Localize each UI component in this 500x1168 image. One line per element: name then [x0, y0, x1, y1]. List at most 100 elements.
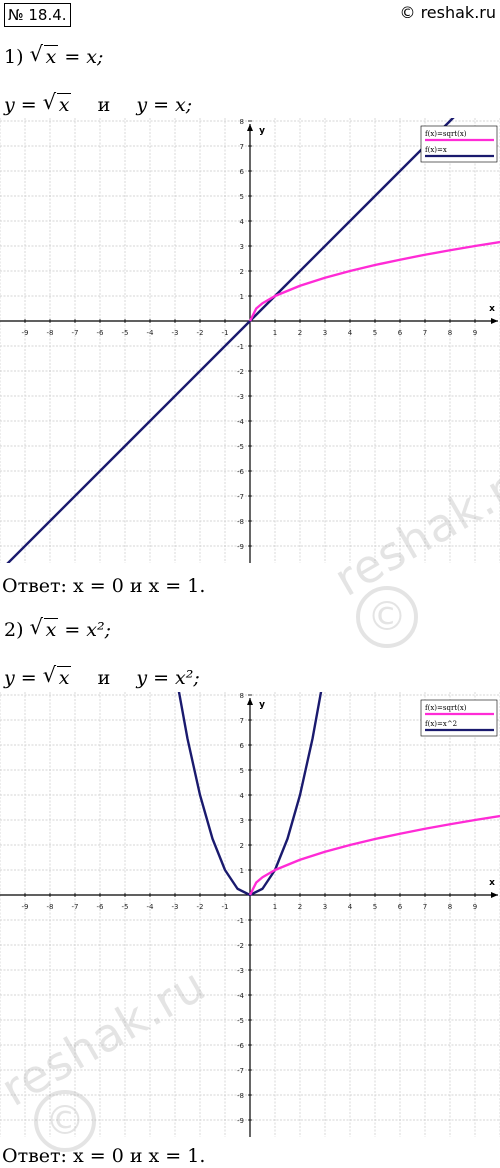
- part2-eq-right: = x²;: [64, 619, 112, 641]
- y-axis-arrow: [247, 698, 253, 705]
- x-tick-label: -2: [197, 329, 204, 337]
- problem-number: № 18.4.: [4, 3, 71, 27]
- part1-functions: y = x и y = x;: [4, 89, 193, 118]
- part2-sqrt: x: [30, 614, 59, 643]
- y-tick-label: 1: [240, 293, 244, 301]
- part1-conj: и: [97, 94, 111, 116]
- part2-func1: x: [43, 662, 72, 691]
- y-tick-label: -1: [237, 343, 244, 351]
- y-tick-label: 2: [240, 268, 244, 276]
- y-tick-label: -2: [237, 942, 244, 950]
- part1-answer: Ответ: x = 0 и x = 1.: [2, 575, 206, 597]
- chart-1: x y -9 -8 -7 -6 -5 -4 -3 -2 -1 1 2 3 4 5 6 7 8 9 -9 -8 -7 -6 -5 -…: [0, 118, 500, 563]
- y-tick-label: -8: [237, 1092, 244, 1100]
- legend-label-2: f(x)=x^2: [425, 720, 457, 728]
- x-tick-label: -5: [122, 903, 129, 911]
- y-tick-label: 7: [240, 143, 244, 151]
- legend-label-1: f(x)=sqrt(x): [425, 130, 467, 138]
- part1-sqrt: x: [30, 41, 59, 70]
- y-tick-label: -7: [237, 1067, 244, 1075]
- y-tick-label: -2: [237, 368, 244, 376]
- y-tick-label: 8: [240, 692, 244, 700]
- x-tick-label: 2: [298, 329, 302, 337]
- part1-func2: y = x;: [136, 94, 193, 116]
- y-tick-label: -8: [237, 518, 244, 526]
- y-tick-label: 5: [240, 193, 244, 201]
- legend-label-1: f(x)=sqrt(x): [425, 704, 467, 712]
- x-tick-label: -7: [72, 329, 79, 337]
- series-line-1: [248, 240, 500, 322]
- x-tick-label: -9: [22, 329, 29, 337]
- x-tick-label: -4: [147, 329, 155, 337]
- x-tick-label: 3: [323, 329, 327, 337]
- x-tick-label: -7: [72, 903, 79, 911]
- y-tick-label: 3: [240, 243, 244, 251]
- y-tick-label: 4: [240, 792, 245, 800]
- x-tick-label: -2: [197, 903, 204, 911]
- y-tick-label: 2: [240, 842, 244, 850]
- x-tick-label: 6: [398, 903, 403, 911]
- y-axis-label: y: [259, 700, 265, 710]
- x-tick-label: -8: [47, 903, 54, 911]
- x-tick-label: -1: [222, 329, 229, 337]
- y-tick-label: 8: [240, 118, 244, 126]
- y-tick-label: -9: [237, 543, 244, 551]
- x-tick-label: 7: [423, 329, 427, 337]
- watermark-copyright-icon-2: ©: [34, 1090, 96, 1152]
- y-tick-label: 6: [240, 742, 245, 750]
- part1-func1: x: [43, 89, 72, 118]
- y-tick-label: -9: [237, 1117, 244, 1125]
- x-tick-label: -8: [47, 329, 54, 337]
- x-tick-label: 4: [348, 329, 353, 337]
- x-tick-label: 6: [398, 329, 403, 337]
- part2-label: 2): [4, 619, 24, 641]
- part2-functions: y = x и y = x²;: [4, 662, 200, 691]
- part2-equation: 2) x = x²;: [4, 614, 112, 643]
- y-tick-label: -4: [237, 418, 245, 426]
- y-tick-label: -1: [237, 917, 244, 925]
- part2-conj: и: [97, 667, 111, 689]
- y-tick-label: -6: [237, 1042, 245, 1050]
- x-tick-label: 8: [448, 329, 452, 337]
- x-tick-label: -6: [97, 903, 105, 911]
- x-tick-label: 5: [373, 329, 377, 337]
- legend: f(x)=sqrt(x) f(x)=x: [420, 125, 498, 163]
- y-tick-label: -5: [237, 1017, 244, 1025]
- watermark-copyright-icon-1: ©: [356, 586, 418, 648]
- y-tick-label: -6: [237, 468, 245, 476]
- site-credit: © reshak.ru: [399, 3, 496, 22]
- x-tick-label: 5: [373, 903, 377, 911]
- part1-label: 1): [4, 46, 24, 68]
- y-axis-label: y: [259, 126, 265, 136]
- x-axis-arrow: [491, 892, 498, 898]
- y-tick-label: -4: [237, 992, 245, 1000]
- part1-eq-right: = x;: [64, 46, 104, 68]
- y-tick-label: 1: [240, 867, 244, 875]
- y-tick-label: -3: [237, 393, 244, 401]
- y-tick-label: 3: [240, 817, 244, 825]
- x-tick-label: -4: [147, 903, 155, 911]
- x-axis-label: x: [489, 304, 495, 314]
- x-tick-label: -1: [222, 903, 229, 911]
- y-tick-label: -5: [237, 443, 244, 451]
- x-axis-label: x: [489, 878, 495, 888]
- x-tick-label: 7: [423, 903, 427, 911]
- x-tick-label: -3: [172, 329, 179, 337]
- part2-func2: y = x²;: [136, 667, 200, 689]
- x-tick-label: -9: [22, 903, 29, 911]
- x-tick-label: 9: [473, 903, 477, 911]
- legend: f(x)=sqrt(x) f(x)=x^2: [420, 699, 498, 737]
- y-tick-label: 6: [240, 168, 245, 176]
- x-tick-label: 1: [273, 329, 277, 337]
- x-axis-arrow: [491, 318, 498, 324]
- legend-label-2: f(x)=x: [425, 146, 447, 154]
- x-tick-label: 3: [323, 903, 327, 911]
- x-tick-label: 8: [448, 903, 452, 911]
- y-axis-arrow: [247, 124, 253, 131]
- part1-equation: 1) x = x;: [4, 41, 104, 70]
- x-tick-label: 1: [273, 903, 277, 911]
- y-tick-label: 7: [240, 717, 244, 725]
- x-tick-label: 2: [298, 903, 302, 911]
- x-tick-label: 9: [473, 329, 477, 337]
- x-tick-label: -6: [97, 329, 105, 337]
